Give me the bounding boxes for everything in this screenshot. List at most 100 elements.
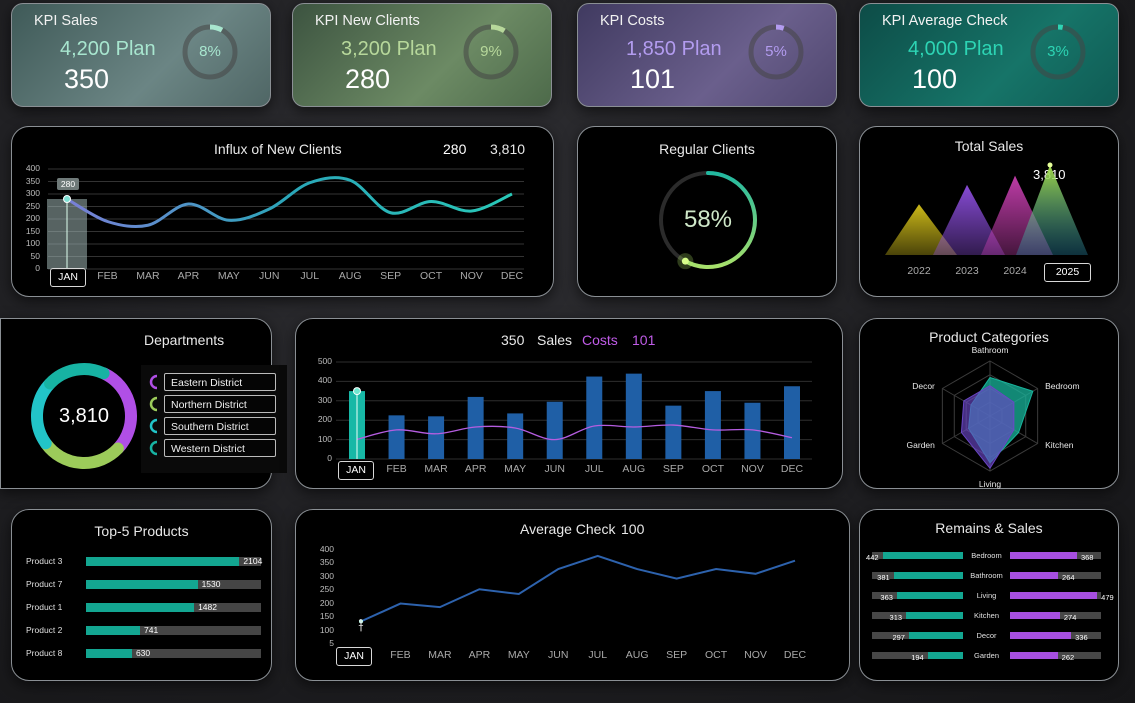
month-label-jul[interactable]: JUL [290, 268, 330, 285]
month-label-dec[interactable]: DEC [492, 268, 532, 285]
kpi-value: 280 [345, 64, 391, 94]
remains-bar-track: 194 [872, 652, 963, 662]
month-label-jun[interactable]: JUN [535, 461, 575, 478]
sales-bar [507, 413, 524, 459]
top5-title: Top-5 Products [94, 523, 189, 539]
department-filter-item[interactable]: Western District [164, 439, 276, 457]
departments-total: 3,810 [58, 405, 110, 427]
y-tick-label: 350 [25, 175, 40, 186]
top5-card: Top-5 Products Product 3 2104 Product 7 153… [11, 509, 272, 681]
month-label-aug[interactable]: AUG [330, 268, 370, 285]
sales-value: 368 [1080, 553, 1094, 562]
kpi-card: KPI Average Check 4,000 Plan 100 3% [859, 3, 1119, 107]
kpi-value: 101 [630, 64, 676, 94]
month-label-nov[interactable]: NOV [452, 268, 492, 285]
product-value: 630 [135, 648, 151, 658]
month-label-oct[interactable]: OCT [696, 647, 736, 664]
month-label-aug[interactable]: AUG [617, 647, 657, 664]
month-label-apr[interactable]: APR [459, 647, 499, 664]
remains-bar-fill [908, 632, 963, 639]
month-label-nov[interactable]: NOV [732, 461, 772, 478]
remains-bar-track: 363 [872, 592, 963, 602]
sales-bar [428, 416, 445, 459]
year-label-2022[interactable]: 2022 [899, 263, 939, 280]
kpi-title: KPI Costs [600, 13, 665, 29]
selected-point [353, 387, 361, 396]
kpi-percent: 3% [1047, 43, 1069, 60]
department-filter-item[interactable]: Eastern District [164, 373, 276, 391]
product-bar-fill [86, 626, 141, 635]
month-label-nov[interactable]: NOV [736, 647, 776, 664]
month-label-oct[interactable]: OCT [411, 268, 451, 285]
influx-card: Influx of New Clients 280 3,810 400 350 30… [11, 126, 554, 297]
kpi-percent: 8% [199, 43, 221, 60]
month-label-apr[interactable]: APR [168, 268, 208, 285]
y-tick-label: 200 [25, 213, 40, 223]
month-label-feb[interactable]: FEB [377, 461, 417, 478]
month-label-jun[interactable]: JUN [538, 647, 578, 664]
year-label-2024[interactable]: 2024 [995, 263, 1035, 280]
month-label-feb[interactable]: FEB [380, 647, 420, 664]
y-tick-label: 200 [317, 414, 332, 425]
month-label-jul[interactable]: JUL [574, 461, 614, 478]
month-label-jul[interactable]: JUL [578, 647, 618, 664]
remains-value: 297 [892, 633, 905, 642]
month-label-sep[interactable]: SEP [657, 647, 697, 664]
y-tick-label: 0 [327, 453, 332, 463]
legend-arc-icon [149, 418, 158, 434]
y-tick-label: 5 [329, 638, 334, 648]
year-label-2023[interactable]: 2023 [947, 263, 987, 280]
month-label-may[interactable]: MAY [499, 647, 539, 664]
month-label-mar[interactable]: MAR [416, 461, 456, 478]
month-label-aug[interactable]: AUG [614, 461, 654, 478]
y-tick-label: 150 [319, 611, 334, 622]
regular-clients-card: Regular Clients 58% [577, 126, 837, 297]
total-sales-card: Total Sales 3,810 2022202320242025 [859, 126, 1119, 297]
product-value: 1530 [201, 579, 221, 589]
y-tick-label: 400 [25, 163, 40, 173]
remains-sales-row: 194 Garden 262 [860, 650, 1118, 662]
sales-bar-fill [1010, 632, 1072, 639]
legend-arc-icon [149, 440, 158, 456]
remains-bar-track: 297 [872, 632, 963, 642]
month-label-dec[interactable]: DEC [775, 647, 815, 664]
legend-arc [149, 440, 158, 456]
month-label-feb[interactable]: FEB [87, 268, 127, 285]
month-label-sep[interactable]: SEP [653, 461, 693, 478]
remains-sales-title: Remains & Sales [935, 520, 1043, 536]
sales-bar [625, 373, 642, 459]
department-filter-item[interactable]: Northern District [164, 395, 276, 413]
category-label: Garden [973, 651, 1000, 660]
departments-title: Departments [144, 332, 225, 348]
kpi-value: 350 [64, 64, 110, 94]
month-label-jan[interactable]: JAN [336, 647, 372, 666]
month-label-may[interactable]: MAY [209, 268, 249, 285]
product-bar-fill [86, 580, 198, 589]
y-tick-label: 250 [319, 584, 334, 595]
month-label-jun[interactable]: JUN [249, 268, 289, 285]
sales-bar-fill [1010, 612, 1060, 619]
month-label-may[interactable]: MAY [495, 461, 535, 478]
kpi-plan: 4,000 Plan [908, 38, 1004, 60]
month-label-dec[interactable]: DEC [772, 461, 812, 478]
legend-arc [149, 374, 158, 390]
point-tooltip: 280 [57, 178, 79, 190]
sales-bar [665, 405, 682, 459]
month-label-oct[interactable]: OCT [693, 461, 733, 478]
month-label-mar[interactable]: MAR [420, 647, 460, 664]
department-filter-item[interactable]: Southern District [164, 417, 276, 435]
y-tick-label: 200 [319, 597, 334, 608]
month-label-jan[interactable]: JAN [50, 268, 86, 287]
remains-bar-fill [893, 572, 963, 579]
month-label-sep[interactable]: SEP [371, 268, 411, 285]
year-label-2025[interactable]: 2025 [1044, 263, 1091, 282]
month-label-jan[interactable]: JAN [338, 461, 374, 480]
kpi-percent: 5% [765, 43, 787, 60]
y-tick-label: 50 [30, 250, 40, 261]
kpi-percent: 9% [480, 43, 502, 60]
product-label: Product 2 [26, 625, 63, 635]
remains-sales-row: 363 Living 479 [860, 590, 1118, 602]
month-label-apr[interactable]: APR [456, 461, 496, 478]
month-label-mar[interactable]: MAR [128, 268, 168, 285]
kpi-title: KPI Sales [34, 13, 98, 29]
